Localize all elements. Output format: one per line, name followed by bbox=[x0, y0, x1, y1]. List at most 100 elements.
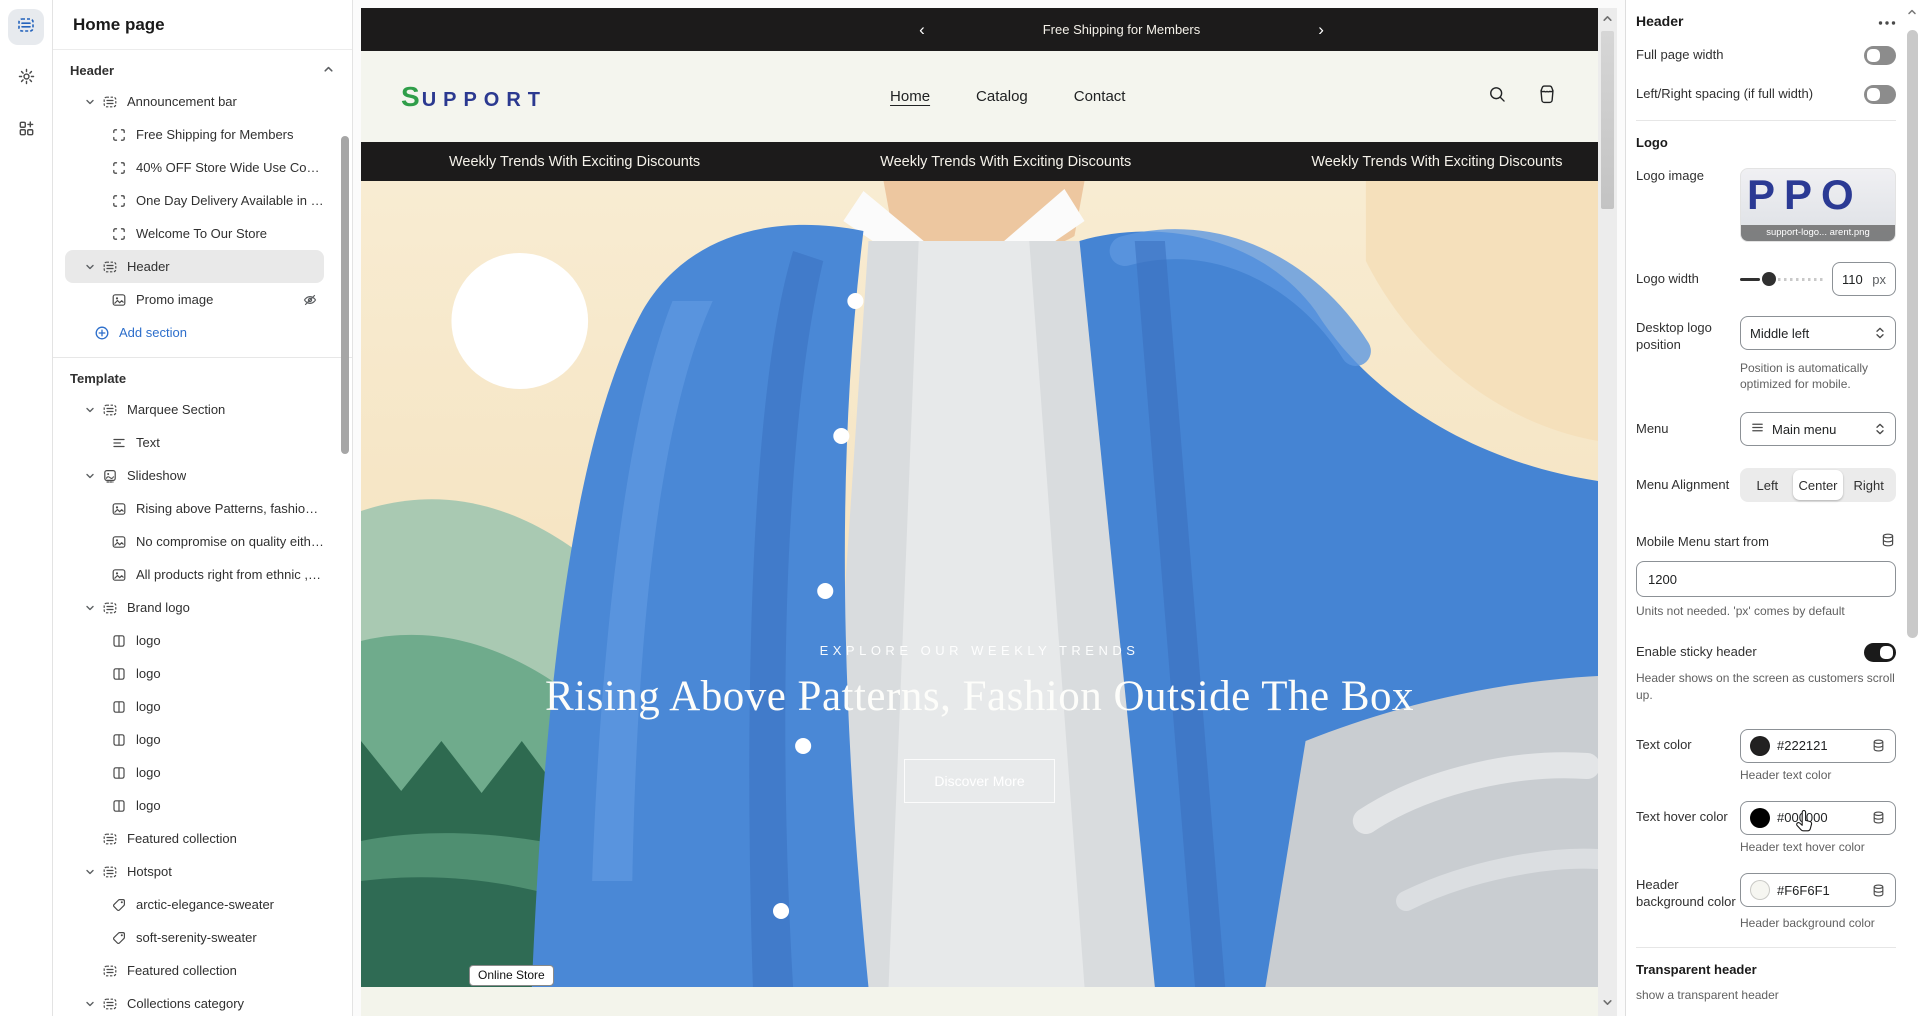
logo-image-thumbnail[interactable]: PPO support-logo... arent.png bbox=[1740, 168, 1896, 242]
panel-scrollbar-thumb[interactable] bbox=[1907, 30, 1918, 638]
tree-item[interactable]: One Day Delivery Available in US bbox=[65, 184, 324, 217]
chevron-down-icon bbox=[85, 97, 95, 107]
tree-item[interactable]: Featured collection bbox=[65, 954, 324, 987]
tree-item[interactable]: Hotspot bbox=[65, 855, 324, 888]
more-options-icon[interactable] bbox=[1878, 12, 1896, 30]
tree-item[interactable]: logo bbox=[65, 690, 324, 723]
tree-item[interactable]: Announcement bar bbox=[65, 85, 324, 118]
announcement-bar[interactable]: ‹ Free Shipping for Members › bbox=[361, 8, 1598, 51]
tree-item[interactable]: Slideshow bbox=[65, 459, 324, 492]
tree-item[interactable]: soft-serenity-sweater bbox=[65, 921, 324, 954]
collapse-chevron-icon[interactable] bbox=[323, 63, 334, 78]
menu-align-option-left[interactable]: Left bbox=[1742, 470, 1793, 500]
lr-spacing-toggle[interactable] bbox=[1864, 85, 1896, 104]
color-swatch bbox=[1750, 736, 1770, 756]
menu-alignment-segment: LeftCenterRight bbox=[1740, 468, 1896, 502]
tree-item[interactable]: Rising above Patterns, fashion o... bbox=[65, 492, 324, 525]
dynamic-source-icon[interactable] bbox=[1880, 532, 1896, 553]
tree-item[interactable]: Header bbox=[65, 250, 324, 283]
store-header[interactable]: S UPPORT Home Catalog Contact bbox=[361, 51, 1598, 142]
tree-item[interactable]: Welcome To Our Store bbox=[65, 217, 324, 250]
tree-item[interactable]: logo bbox=[65, 723, 324, 756]
column-icon bbox=[111, 732, 127, 748]
tree-item[interactable]: Free Shipping for Members bbox=[65, 118, 324, 151]
dynamic-source-icon[interactable] bbox=[1871, 883, 1886, 898]
column-icon bbox=[111, 765, 127, 781]
tree-item[interactable]: arctic-elegance-sweater bbox=[65, 888, 324, 921]
hero-slideshow[interactable]: EXPLORE OUR WEEKLY TRENDS Rising Above P… bbox=[361, 181, 1598, 987]
sticky-header-toggle[interactable] bbox=[1864, 643, 1896, 662]
logo-width-input[interactable]: 110 px bbox=[1832, 262, 1896, 296]
announcement-next-icon[interactable]: › bbox=[1318, 21, 1324, 38]
theme-settings-button[interactable] bbox=[8, 61, 44, 97]
tree-item[interactable]: 40% OFF Store Wide Use Code ... bbox=[65, 151, 324, 184]
tree-item[interactable]: Brand logo bbox=[65, 591, 324, 624]
slider-handle[interactable] bbox=[1762, 272, 1776, 286]
tree-item-label: Header bbox=[127, 259, 170, 274]
tree-item[interactable]: No compromise on quality eithe... bbox=[65, 525, 324, 558]
scroll-down-icon[interactable] bbox=[1598, 995, 1617, 1013]
search-icon[interactable] bbox=[1487, 84, 1508, 110]
scroll-up-icon[interactable] bbox=[1598, 11, 1617, 29]
header-bg-color-field[interactable]: #F6F6F1 bbox=[1740, 873, 1896, 907]
logo-image-label: Logo image bbox=[1636, 168, 1740, 185]
nav-link-catalog[interactable]: Catalog bbox=[976, 88, 1028, 105]
hero-title: Rising Above Patterns, Fashion Outside T… bbox=[361, 672, 1598, 721]
lr-spacing-label: Left/Right spacing (if full width) bbox=[1636, 86, 1864, 103]
color-swatch bbox=[1750, 880, 1770, 900]
tree-item[interactable]: logo bbox=[65, 624, 324, 657]
chevron-down-icon bbox=[85, 867, 95, 877]
dynamic-source-icon[interactable] bbox=[1871, 738, 1886, 753]
add-section-button[interactable]: Add section bbox=[65, 316, 324, 349]
panel-scroll-up-icon[interactable] bbox=[1907, 4, 1917, 22]
mobile-menu-help: Units not needed. 'px' comes by default bbox=[1636, 603, 1896, 619]
logo-width-slider[interactable] bbox=[1740, 272, 1824, 286]
next-section-strip bbox=[361, 987, 1598, 1016]
full-page-width-toggle[interactable] bbox=[1864, 46, 1896, 65]
preview-scrollbar-thumb[interactable] bbox=[1601, 31, 1614, 209]
menu-align-option-center[interactable]: Center bbox=[1793, 470, 1844, 500]
menu-label: Menu bbox=[1636, 421, 1740, 438]
app-embeds-button[interactable] bbox=[8, 113, 44, 149]
announcement-prev-icon[interactable]: ‹ bbox=[919, 21, 925, 38]
tree-item[interactable]: All products right from ethnic , a... bbox=[65, 558, 324, 591]
tree-item-label: Brand logo bbox=[127, 600, 190, 615]
tree-item[interactable]: Text bbox=[65, 426, 324, 459]
theme-editor: Home page Header Announcement barFree Sh… bbox=[0, 0, 1920, 1016]
preview-scrollbar[interactable] bbox=[1598, 8, 1617, 1016]
store-logo[interactable]: S UPPORT bbox=[401, 81, 547, 113]
column-icon bbox=[111, 633, 127, 649]
nav-link-contact[interactable]: Contact bbox=[1074, 88, 1126, 105]
menu-alignment-label: Menu Alignment bbox=[1636, 477, 1740, 494]
dynamic-source-icon[interactable] bbox=[1871, 810, 1886, 825]
nav-link-home[interactable]: Home bbox=[890, 88, 930, 105]
tree-group-header-items: Announcement barFree Shipping for Member… bbox=[53, 85, 352, 349]
tree-item[interactable]: Collections category bbox=[65, 987, 324, 1016]
eye-slash-icon[interactable] bbox=[302, 292, 318, 308]
tree-item[interactable]: Featured collection bbox=[65, 822, 324, 855]
text-color-field[interactable]: #222121 bbox=[1740, 729, 1896, 763]
transparent-header-desc: show a transparent header bbox=[1636, 987, 1896, 1003]
slideshow-icon bbox=[102, 468, 118, 484]
sections-tab-button[interactable] bbox=[8, 9, 44, 45]
tree-item[interactable]: Promo image bbox=[65, 283, 324, 316]
discover-more-button[interactable]: Discover More bbox=[904, 759, 1054, 803]
tree-item[interactable]: Marquee Section bbox=[65, 393, 324, 426]
menu-align-option-right[interactable]: Right bbox=[1843, 470, 1894, 500]
online-store-badge: Online Store bbox=[469, 965, 554, 986]
tree-item[interactable]: logo bbox=[65, 657, 324, 690]
text-hover-color-field[interactable]: #000000 bbox=[1740, 801, 1896, 835]
tree-item-label: All products right from ethnic , a... bbox=[136, 567, 324, 582]
full-page-width-label: Full page width bbox=[1636, 47, 1864, 64]
account-bag-icon[interactable] bbox=[1536, 83, 1558, 110]
tree-item-label: Marquee Section bbox=[127, 402, 225, 417]
mobile-menu-input[interactable]: 1200 bbox=[1636, 561, 1896, 597]
transparent-header-heading: Transparent header bbox=[1636, 962, 1896, 977]
menu-select[interactable]: Main menu bbox=[1740, 412, 1896, 446]
marquee-bar: Weekly Trends With Exciting DiscountsWee… bbox=[361, 142, 1598, 181]
logo-position-select[interactable]: Middle left bbox=[1740, 316, 1896, 350]
section-icon bbox=[102, 831, 118, 847]
tree-scrollbar[interactable] bbox=[341, 136, 349, 454]
tree-item[interactable]: logo bbox=[65, 756, 324, 789]
tree-item[interactable]: logo bbox=[65, 789, 324, 822]
